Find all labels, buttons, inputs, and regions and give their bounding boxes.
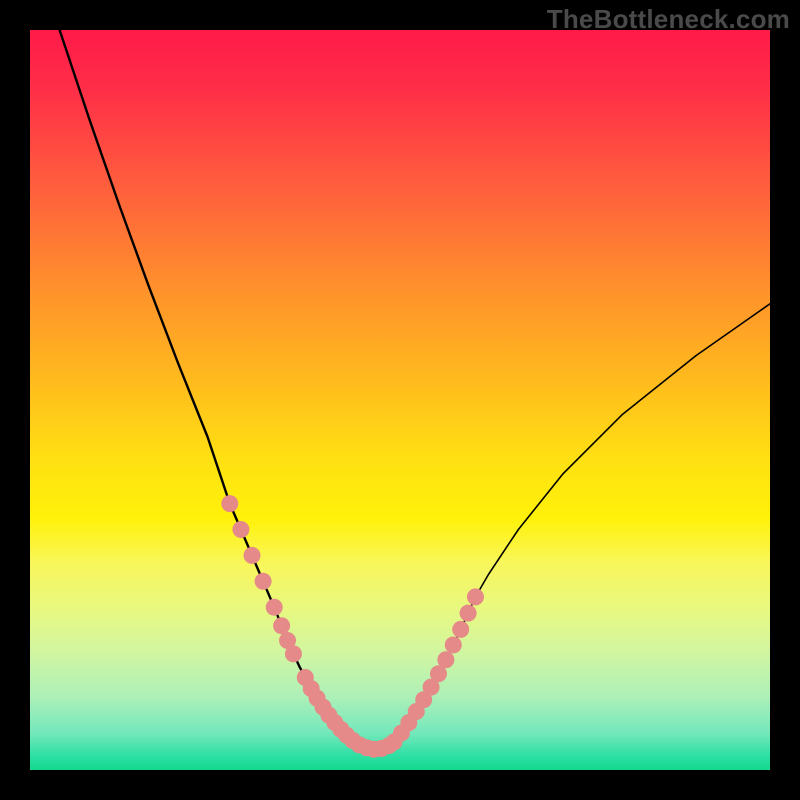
marker-point <box>221 495 238 512</box>
marker-point <box>232 521 249 538</box>
marker-point <box>460 605 477 622</box>
marker-point <box>437 651 454 668</box>
marker-point <box>452 621 469 638</box>
marker-point <box>266 599 283 616</box>
series-left-branch <box>60 30 353 740</box>
chart-frame: TheBottleneck.com <box>0 0 800 800</box>
curve-svg <box>30 30 770 770</box>
plot-area <box>30 30 770 770</box>
curve-path-group <box>60 30 770 749</box>
marker-group <box>221 495 484 758</box>
marker-point <box>445 636 462 653</box>
marker-point <box>244 547 261 564</box>
series-right-branch <box>394 304 770 742</box>
marker-point <box>255 573 272 590</box>
marker-point <box>467 588 484 605</box>
marker-point <box>273 617 290 634</box>
marker-point <box>285 645 302 662</box>
